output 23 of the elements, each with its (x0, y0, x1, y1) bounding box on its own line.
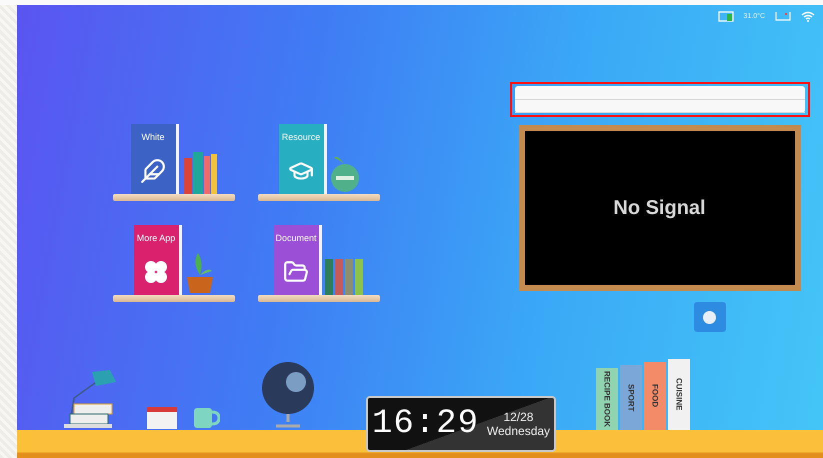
wifi-icon (801, 10, 815, 22)
books-drawing (182, 150, 218, 194)
calendar-icon (146, 404, 178, 430)
book-title: CUISINE (674, 378, 684, 411)
usb-icon (775, 11, 791, 21)
input-strip[interactable] (514, 86, 804, 113)
clock-time: 16:29 (372, 405, 479, 443)
app-book-button[interactable]: More App (134, 225, 182, 295)
plant-pot-drawing (184, 251, 214, 295)
record-button[interactable] (694, 302, 726, 332)
app-book-button[interactable]: White (130, 124, 178, 194)
app-book-button[interactable]: Document (274, 225, 322, 295)
app-book-button[interactable]: Resource (278, 124, 326, 194)
no-signal-text: No Signal (613, 196, 706, 220)
clover-icon (143, 259, 169, 285)
monitor-icon (718, 10, 734, 22)
book-title: SPORT (626, 384, 636, 412)
mug-icon (192, 406, 220, 430)
feather-icon (140, 158, 166, 184)
book-title: FOOD (650, 384, 660, 408)
clock-weekday: Wednesday (486, 424, 550, 438)
clock-date: 12/28 (503, 410, 534, 424)
book-title: RECIPE BOOK (602, 370, 612, 427)
